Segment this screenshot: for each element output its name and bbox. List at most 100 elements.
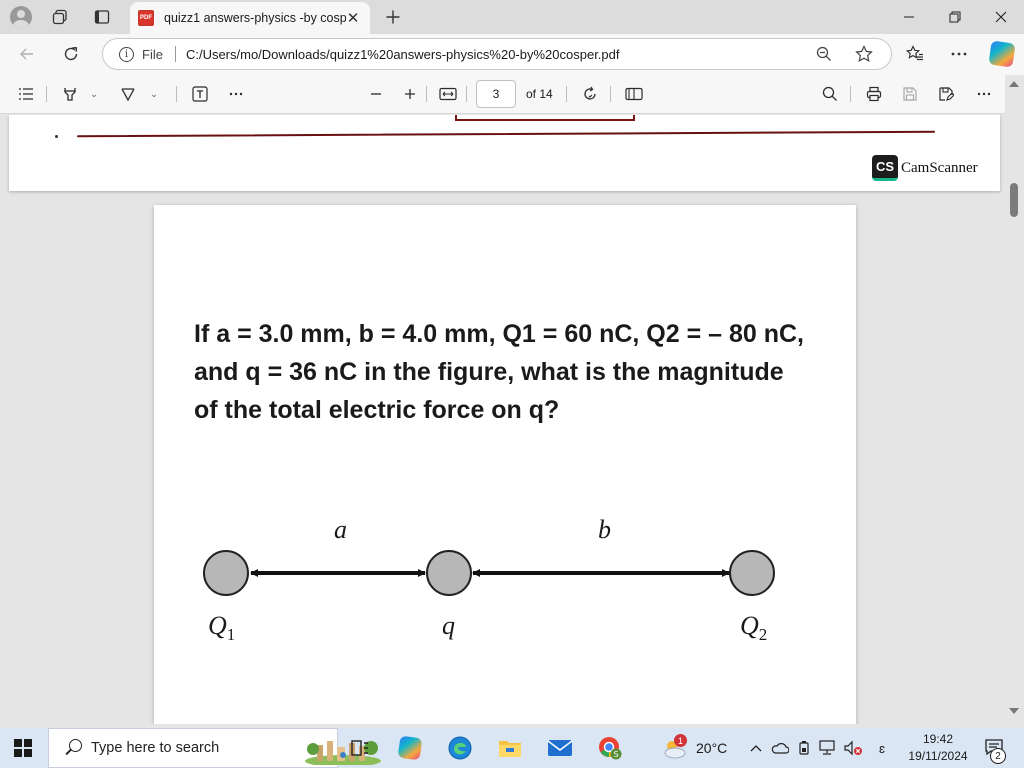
more-options-icon[interactable]: [970, 80, 998, 108]
weather-alert-badge: 1: [674, 734, 687, 747]
favorite-star-icon[interactable]: [849, 39, 879, 69]
chevron-down-icon[interactable]: ⌄: [148, 80, 160, 108]
close-window-button[interactable]: [978, 0, 1024, 34]
close-tab-icon[interactable]: ✕: [344, 9, 362, 27]
toolbar-divider: [566, 86, 567, 102]
toolbar-divider: [466, 86, 467, 102]
navigation-bar: i File C:/Users/mo/Downloads/quizz1%20an…: [0, 34, 1024, 74]
camscanner-logo-icon: CS: [872, 155, 898, 181]
toolbar-divider: [610, 86, 611, 102]
label-q: q: [442, 611, 455, 640]
back-arrow-icon[interactable]: [12, 39, 42, 69]
minimize-button[interactable]: [886, 0, 932, 34]
clock-date: 19/11/2024: [908, 749, 968, 763]
label-q1-main: Q: [208, 611, 227, 640]
refresh-icon[interactable]: [56, 39, 86, 69]
highlight-icon[interactable]: [56, 80, 84, 108]
toolbar-divider: [850, 86, 851, 102]
chevron-down-icon[interactable]: ⌄: [88, 80, 100, 108]
label-q1: Q1: [208, 611, 235, 645]
charge-q-circle: [426, 550, 472, 596]
profile-avatar-icon[interactable]: [10, 6, 32, 28]
tab-bar: PDF quizz1 answers-physics -by cosper.pd…: [0, 0, 1024, 34]
charge-diagram: [203, 550, 775, 596]
weather-widget[interactable]: 1 20°C: [662, 732, 727, 764]
current-page: If a = 3.0 mm, b = 4.0 mm, Q1 = 60 nC, Q…: [154, 205, 856, 724]
settings-more-icon[interactable]: [944, 39, 974, 69]
zoom-in-icon[interactable]: [396, 80, 424, 108]
label-a: a: [334, 515, 347, 544]
windows-taskbar: Type here to search S 1 20°C ɛ 19:42 19/…: [0, 728, 1024, 768]
pdf-toolbar: ⌄ ⌄ 3 of 14: [0, 74, 1024, 114]
toolbar-divider: [426, 86, 427, 102]
workspaces-icon[interactable]: [44, 0, 76, 34]
page-number-input[interactable]: 3: [476, 80, 516, 108]
chrome-icon[interactable]: S: [594, 732, 626, 764]
annotation-line: [77, 130, 935, 138]
annotation-box: [455, 115, 635, 121]
page-view-icon[interactable]: [620, 80, 648, 108]
label-q1-sub: 1: [226, 625, 236, 645]
zoom-out-magnifier-icon[interactable]: [809, 39, 839, 69]
save-disk-icon[interactable]: [896, 80, 924, 108]
rotate-icon[interactable]: [576, 80, 604, 108]
more-tools-icon[interactable]: [222, 80, 250, 108]
input-language-label[interactable]: ɛ: [872, 736, 892, 760]
find-search-icon[interactable]: [816, 80, 844, 108]
print-icon[interactable]: [860, 80, 888, 108]
draw-icon[interactable]: [114, 80, 142, 108]
previous-page: CS CamScanner: [9, 115, 1000, 191]
show-hidden-icons-chevron-icon[interactable]: [748, 736, 764, 760]
tab-title: quizz1 answers-physics -by cosper.pdf: [164, 11, 346, 25]
save-as-icon[interactable]: [932, 80, 960, 108]
edge-browser-icon[interactable]: [444, 732, 476, 764]
address-divider: [174, 46, 176, 62]
active-tab[interactable]: PDF quizz1 answers-physics -by cosper.pd…: [130, 2, 370, 34]
scroll-down-arrow-icon[interactable]: [1009, 708, 1019, 714]
search-placeholder: Type here to search: [91, 740, 220, 756]
charge-q2-circle: [729, 550, 775, 596]
label-q2-sub: 2: [758, 625, 768, 645]
toolbar-divider: [46, 86, 47, 102]
scroll-up-arrow-icon[interactable]: [1009, 81, 1019, 87]
taskbar-search-box[interactable]: Type here to search: [48, 728, 381, 768]
add-text-icon[interactable]: [186, 80, 214, 108]
fit-to-width-icon[interactable]: [434, 80, 462, 108]
copilot-icon[interactable]: [988, 40, 1016, 68]
vertical-scrollbar[interactable]: [1005, 75, 1024, 724]
pdf-viewer[interactable]: CS CamScanner If a = 3.0 mm, b = 4.0 mm,…: [0, 115, 1005, 724]
charge-q1-circle: [203, 550, 249, 596]
table-of-contents-icon[interactable]: [12, 80, 40, 108]
volume-muted-icon[interactable]: [842, 736, 864, 760]
camscanner-text: CamScanner: [901, 159, 978, 176]
label-q2-main: Q: [740, 611, 759, 640]
address-bar[interactable]: i File C:/Users/mo/Downloads/quizz1%20an…: [102, 38, 892, 70]
url-text[interactable]: C:/Users/mo/Downloads/quizz1%20answers-p…: [186, 47, 620, 62]
site-info-icon[interactable]: i: [119, 46, 134, 62]
toolbar-divider: [176, 86, 177, 102]
battery-device-icon[interactable]: [794, 736, 814, 760]
file-explorer-icon[interactable]: [494, 732, 526, 764]
svg-text:S: S: [613, 750, 618, 759]
start-windows-icon[interactable]: [14, 739, 32, 757]
onedrive-cloud-icon[interactable]: [770, 736, 790, 760]
tab-actions-icon[interactable]: [86, 0, 118, 34]
weather-cloud-icon: 1: [662, 734, 690, 760]
copilot-taskbar-icon[interactable]: [394, 732, 426, 764]
label-q2: Q2: [740, 611, 767, 645]
question-text: If a = 3.0 mm, b = 4.0 mm, Q1 = 60 nC, Q…: [194, 320, 804, 424]
new-tab-button[interactable]: [380, 4, 406, 30]
camscanner-watermark: CS CamScanner: [872, 155, 978, 181]
task-view-icon[interactable]: [344, 732, 376, 764]
mail-icon[interactable]: [544, 732, 576, 764]
zoom-out-icon[interactable]: [362, 80, 390, 108]
label-b: b: [598, 515, 611, 544]
scan-mark: [55, 135, 58, 138]
favorites-list-icon[interactable]: [900, 39, 930, 69]
network-icon[interactable]: [818, 736, 838, 760]
scroll-thumb[interactable]: [1010, 183, 1018, 217]
search-icon: [63, 738, 83, 758]
charge-figure: a b Q1 q Q2: [154, 485, 856, 685]
restore-button[interactable]: [932, 0, 978, 34]
taskbar-clock[interactable]: 19:42 19/11/2024: [898, 731, 978, 765]
